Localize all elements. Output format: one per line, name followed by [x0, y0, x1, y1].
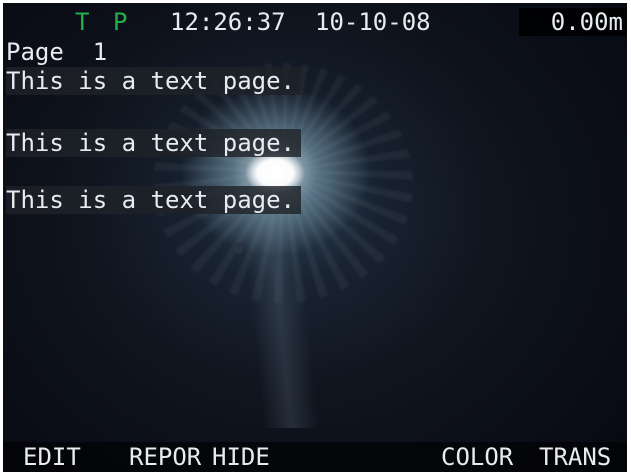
pipe-debris: [235, 243, 243, 253]
clock-date: 10-10-08: [315, 8, 431, 36]
color-button[interactable]: COLOR: [441, 442, 513, 472]
status-indicator-p: P: [113, 8, 128, 36]
overlay-text-line-3: This is a text page.: [6, 186, 301, 214]
report-button[interactable]: REPOR: [129, 442, 201, 472]
status-bar: T P 12:26:37 10-10-08 0.00m: [3, 8, 627, 36]
overlay-text-line-2: This is a text page.: [6, 129, 301, 157]
edit-button[interactable]: EDIT: [23, 442, 81, 472]
page-number: Page 1: [6, 38, 108, 66]
camera-display: T P 12:26:37 10-10-08 0.00m Page 1 This …: [3, 3, 627, 472]
soft-key-bar: EDIT REPOR HIDE COLOR TRANS: [3, 442, 627, 472]
transparency-button[interactable]: TRANS: [539, 442, 611, 472]
hide-button[interactable]: HIDE: [212, 442, 270, 472]
clock-time: 12:26:37: [170, 8, 286, 36]
status-indicator-t: T: [75, 8, 90, 36]
distance-counter: 0.00m: [518, 8, 627, 36]
overlay-text-line-1: This is a text page.: [6, 67, 301, 95]
